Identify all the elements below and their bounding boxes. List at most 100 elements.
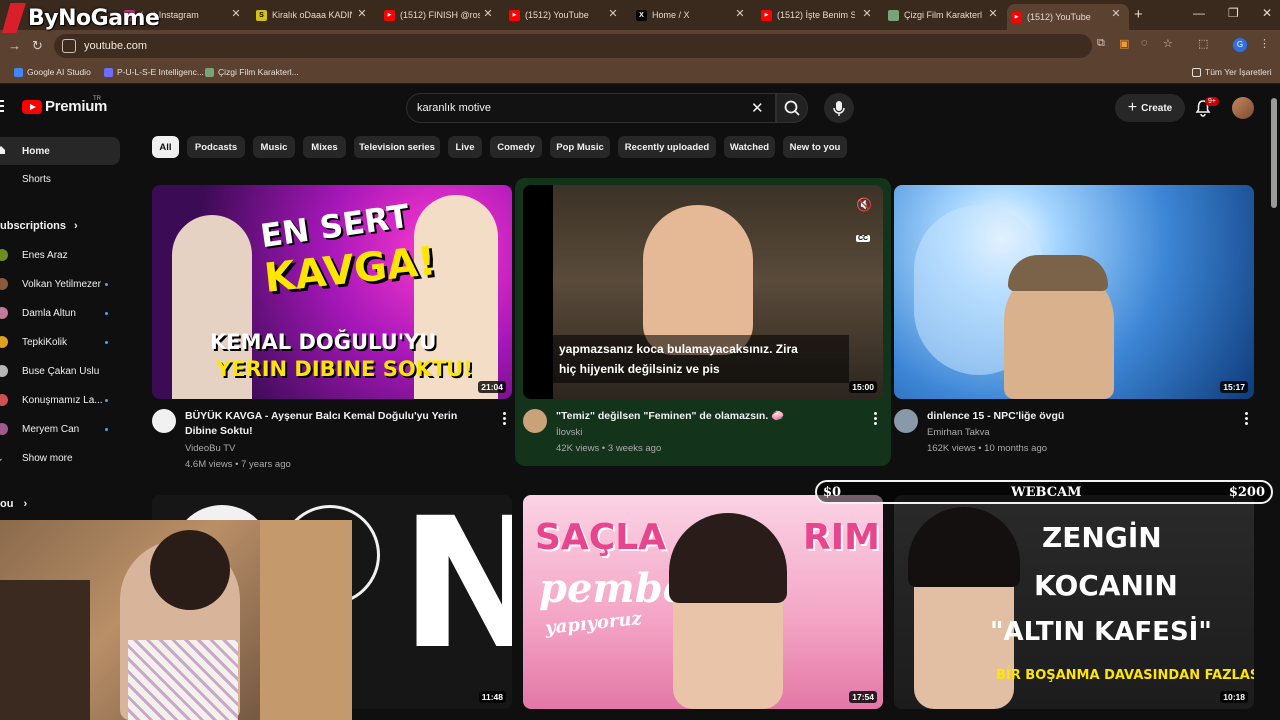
channel-avatar[interactable] xyxy=(152,409,176,433)
chip[interactable]: Music xyxy=(253,136,295,158)
you-heading[interactable]: ou › xyxy=(0,498,27,510)
chip[interactable]: Television series xyxy=(354,136,440,158)
browser-tab[interactable]: Çizgi Film Karakterler xyxy=(884,4,1000,26)
tab-favicon-icon: S xyxy=(256,9,267,21)
channel-name[interactable]: İlovski xyxy=(556,427,582,438)
chevron-right-icon: › xyxy=(74,220,78,232)
channel-name[interactable]: VideoBu TV xyxy=(185,443,235,454)
sidebar-item-home[interactable]: Home xyxy=(0,137,120,165)
chip[interactable]: Pop Music xyxy=(550,136,610,158)
tab-close-icon[interactable]: ✕ xyxy=(607,8,619,20)
sidebar-item-label: Shorts xyxy=(22,173,51,185)
closed-captions-button[interactable]: CC xyxy=(856,235,871,242)
bookmark-item[interactable]: P-U-L-S-E Intelligenc... xyxy=(104,67,204,77)
channel-avatar[interactable] xyxy=(523,409,547,433)
chip-all[interactable]: All xyxy=(152,136,179,158)
sidebar-item-subscription[interactable]: Enes Araz xyxy=(0,241,120,269)
page-scrollbar[interactable] xyxy=(1271,98,1277,208)
search-box[interactable]: karanlık motive ✕ xyxy=(406,93,776,123)
browser-tab[interactable]: S Kiralık oDaaa KADINI xyxy=(252,4,368,26)
all-bookmarks[interactable]: Tüm Yer İşaretleri xyxy=(1192,67,1272,77)
region-code: TR xyxy=(93,96,101,102)
tab-title: Kiralık oDaaa KADINI xyxy=(272,10,352,20)
thumbnail-text: KOCANIN xyxy=(1034,569,1178,602)
video-thumbnail[interactable]: ZENGİN KOCANIN "ALTIN KAFESİ" BİR BOŞANM… xyxy=(894,495,1254,709)
reload-icon[interactable]: ↻ xyxy=(32,38,43,54)
video-thumbnail[interactable]: SAÇLA RIMI pembe yapıyoruz 17:54 xyxy=(523,495,883,709)
star-icon[interactable]: ☆ xyxy=(1163,37,1173,50)
profile-avatar[interactable]: G xyxy=(1233,38,1247,52)
sidebar-item-subscription[interactable]: Konuşmamız La... xyxy=(0,386,120,414)
tab-title: (1512) YouTube xyxy=(1027,12,1091,22)
maximize-icon[interactable]: ❐ xyxy=(1228,6,1239,20)
tab-close-icon[interactable]: ✕ xyxy=(482,8,494,20)
translate-icon[interactable]: ⧉ xyxy=(1097,37,1105,50)
tab-close-icon[interactable]: ✕ xyxy=(861,8,873,20)
tab-close-icon[interactable]: ✕ xyxy=(230,8,242,20)
bynogame-logo-text: ByNoGame xyxy=(28,5,160,31)
url-text: youtube.com xyxy=(84,40,147,52)
browser-tab[interactable]: ▶ (1512) YouTube xyxy=(505,4,621,26)
extensions-icon[interactable]: ⬚ xyxy=(1198,37,1208,50)
back-icon[interactable]: → xyxy=(8,38,21,53)
more-actions-icon[interactable] xyxy=(503,412,507,427)
chip[interactable]: Recently uploaded xyxy=(618,136,716,158)
sidebar-item-shorts[interactable]: Shorts xyxy=(0,165,120,193)
chip[interactable]: Live xyxy=(448,136,482,158)
sidebar-item-subscription[interactable]: Meryem Can xyxy=(0,415,120,443)
bookmark-item[interactable]: Çizgi Film Karakterl... xyxy=(205,67,299,77)
goal-label: WEBCAM xyxy=(1011,485,1082,500)
sidebar-item-label: TepkiKolik xyxy=(22,336,68,348)
video-thumbnail[interactable]: 15:17 xyxy=(894,185,1254,399)
tab-close-icon[interactable]: ✕ xyxy=(987,8,999,20)
create-button[interactable]: + Create xyxy=(1115,94,1185,122)
chip[interactable]: Comedy xyxy=(490,136,542,158)
tab-close-icon[interactable]: ✕ xyxy=(734,8,746,20)
tab-close-icon[interactable]: ✕ xyxy=(356,8,368,20)
chip[interactable]: Podcasts xyxy=(187,136,245,158)
new-tab-icon[interactable]: + xyxy=(1134,6,1143,23)
browser-tab[interactable]: ▶ (1512) İşte Benim Stil xyxy=(757,4,873,26)
address-bar[interactable]: youtube.com xyxy=(54,34,1092,58)
bynogame-logo: ByNoGame xyxy=(0,0,160,36)
sidebar-item-subscription[interactable]: Buse Çakan Uslu xyxy=(0,357,120,385)
account-avatar[interactable] xyxy=(1232,97,1254,119)
video-title[interactable]: dinlence 15 - NPC'liğe övgü xyxy=(927,409,1227,424)
chip[interactable]: Mixes xyxy=(303,136,346,158)
video-thumbnail[interactable]: yapmazsanız koca bulamayacaksınız. Zira … xyxy=(523,185,883,399)
browser-tab[interactable]: X Home / X xyxy=(632,4,748,26)
video-title[interactable]: BÜYÜK KAVGA - Ayşenur Balcı Kemal Doğulu… xyxy=(185,409,485,439)
search-input[interactable]: karanlık motive xyxy=(417,102,491,114)
bookmark-item[interactable]: Google AI Studio xyxy=(14,67,91,77)
video-title[interactable]: "Temiz" değilsen "Feminen" de olamazsın.… xyxy=(556,409,856,424)
picture-in-picture-icon[interactable]: ▣ xyxy=(1119,37,1129,50)
tab-close-icon[interactable]: ✕ xyxy=(1110,8,1122,20)
sidebar-item-subscription[interactable]: Volkan Yetilmezer xyxy=(0,270,120,298)
menu-dots-icon[interactable]: ⋮ xyxy=(1259,37,1270,50)
mute-icon[interactable]: 🔇 xyxy=(856,197,872,213)
sidebar-show-more[interactable]: ⌄ Show more xyxy=(0,444,120,472)
hamburger-menu-icon[interactable] xyxy=(0,100,4,115)
sidebar-item-subscription[interactable]: TepkiKolik xyxy=(0,328,120,356)
close-window-icon[interactable]: ✕ xyxy=(1262,6,1272,20)
create-label: Create xyxy=(1141,102,1173,114)
search-button[interactable] xyxy=(776,93,808,123)
sidebar-item-subscription[interactable]: Damla Altun xyxy=(0,299,120,327)
more-actions-icon[interactable] xyxy=(874,412,878,427)
more-actions-icon[interactable] xyxy=(1245,412,1249,427)
chip[interactable]: Watched xyxy=(724,136,775,158)
webcam-hair xyxy=(150,530,230,610)
voice-search-button[interactable] xyxy=(824,93,854,123)
caption-line: hiç hijyenik değilsiniz ve pis xyxy=(559,362,720,376)
eye-off-icon[interactable]: ◌ xyxy=(1141,37,1148,49)
clear-search-icon[interactable]: ✕ xyxy=(751,99,764,117)
channel-avatar[interactable] xyxy=(894,409,918,433)
subscriptions-heading[interactable]: ubscriptions › xyxy=(0,220,78,232)
minimize-icon[interactable]: — xyxy=(1193,6,1205,20)
video-thumbnail[interactable]: EN SERT KAVGA! KEMAL DOĞULU'YU YERIN DIB… xyxy=(152,185,512,399)
channel-name[interactable]: Emirhan Takva xyxy=(927,427,990,438)
chip[interactable]: New to you xyxy=(783,136,847,158)
tab-title: (1512) İşte Benim Stil xyxy=(777,10,855,20)
site-info-icon[interactable] xyxy=(62,39,76,53)
browser-tab[interactable]: ▶ (1512) FINISH @rosel xyxy=(380,4,496,26)
